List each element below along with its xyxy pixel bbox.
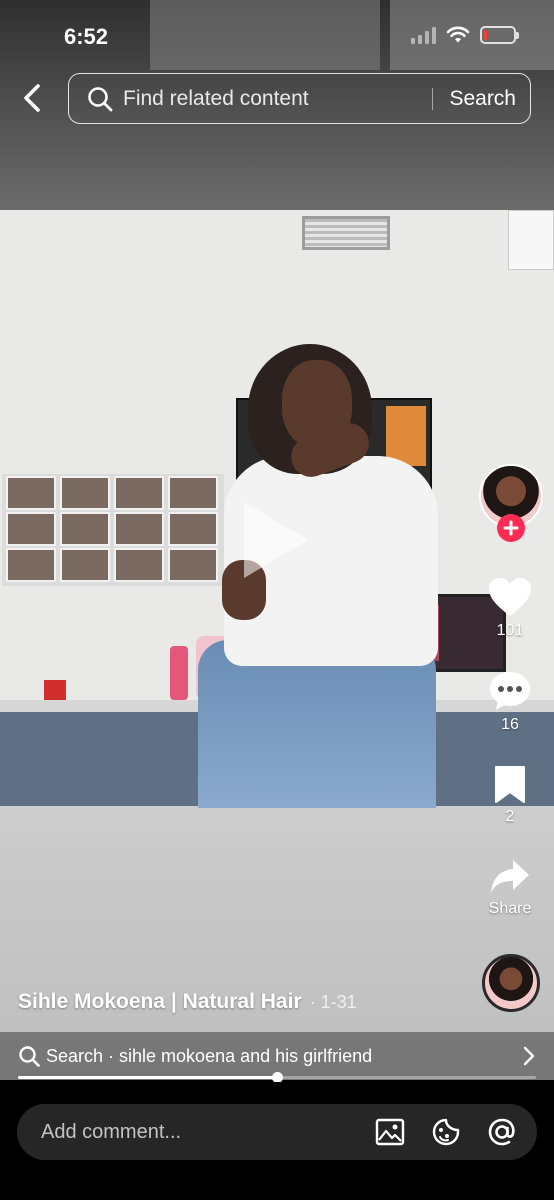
chevron-left-icon (24, 84, 40, 112)
emoji-icon (432, 1118, 460, 1146)
at-sign-icon (488, 1118, 515, 1146)
status-time: 6:52 (64, 24, 109, 49)
share-button[interactable]: Share (468, 858, 552, 918)
mention-button[interactable] (485, 1115, 519, 1149)
heart-icon (489, 578, 531, 616)
comment-count: 16 (501, 716, 519, 733)
comment-button[interactable]: 16 (468, 670, 552, 734)
play-icon[interactable] (244, 502, 308, 578)
image-icon (375, 1118, 405, 1146)
emoji-button[interactable] (429, 1115, 463, 1149)
chevron-right-icon (523, 1046, 535, 1066)
follow-button[interactable] (497, 514, 525, 542)
comment-bubble-icon (490, 672, 530, 710)
wifi-icon (446, 26, 470, 43)
search-icon (88, 86, 113, 111)
author-name[interactable]: Sihle Mokoena | Natural Hair (18, 990, 302, 1014)
playback-progress-fill (18, 1076, 277, 1079)
playback-progress-bar[interactable] (18, 1072, 536, 1083)
search-button[interactable]: Search (449, 87, 516, 111)
search-input[interactable]: Find related content Search (68, 73, 531, 124)
like-count: 101 (496, 622, 524, 639)
cellular-signal-icon (411, 26, 436, 44)
share-label: Share (488, 900, 532, 917)
music-disc-avatar[interactable] (482, 954, 540, 1012)
video-player[interactable] (0, 0, 554, 1080)
comment-bar: Add comment... (0, 1082, 554, 1200)
bookmark-button[interactable]: 2 (468, 764, 552, 826)
back-button[interactable] (14, 80, 50, 116)
bookmark-icon (495, 766, 525, 803)
search-icon (19, 1046, 40, 1067)
post-date: · 1-31 (309, 992, 357, 1012)
caption: Sihle Mokoena | Natural Hair · 1-31 (18, 990, 357, 1014)
image-picker-button[interactable] (373, 1115, 407, 1149)
video-vent (302, 216, 390, 250)
related-search-text: Search · sihle mokoena and his girlfrien… (46, 1045, 373, 1066)
video-ac-unit (508, 210, 554, 270)
search-divider (432, 87, 434, 110)
battery-level (484, 30, 488, 40)
comment-input[interactable]: Add comment... (17, 1104, 537, 1160)
share-arrow-icon (491, 860, 529, 893)
status-icons (411, 26, 519, 44)
plus-icon (503, 520, 519, 536)
battery-icon (480, 26, 519, 44)
comment-placeholder: Add comment... (41, 1120, 182, 1143)
search-placeholder: Find related content (123, 86, 309, 110)
bookmark-count: 2 (505, 808, 515, 825)
video-photo-board (2, 474, 224, 586)
like-button[interactable]: 101 (468, 576, 552, 640)
